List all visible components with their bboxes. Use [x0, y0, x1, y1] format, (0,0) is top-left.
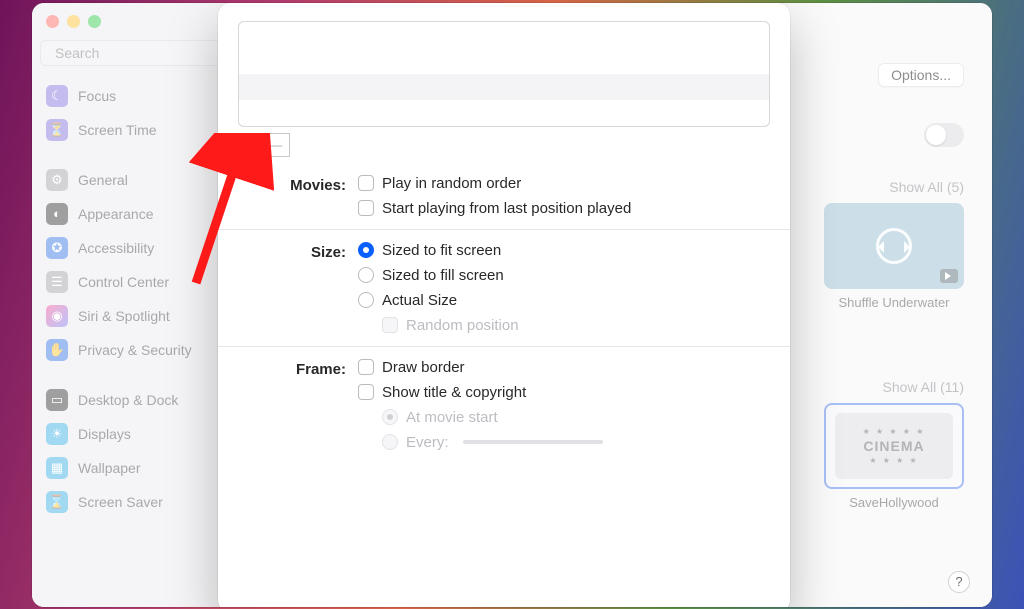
listbox-controls: ＋ － [238, 133, 770, 157]
start-last-checkbox[interactable]: Start playing from last position played [358, 200, 631, 217]
movies-label: Movies: [238, 175, 358, 194]
at-movie-start-radio: At movie start [382, 409, 603, 426]
size-fill-radio[interactable]: Sized to fill screen [358, 267, 519, 284]
movies-listbox[interactable] [238, 21, 770, 127]
size-fit-radio[interactable]: Sized to fit screen [358, 242, 519, 259]
every-slider [463, 440, 603, 444]
size-actual-radio[interactable]: Actual Size [358, 292, 519, 309]
every-radio: Every: [382, 434, 603, 451]
remove-button[interactable]: － [264, 133, 290, 157]
system-settings-window: ☾Focus ⏳Screen Time ⚙General ◐Appearance… [32, 3, 992, 607]
size-label: Size: [238, 242, 358, 261]
random-position-checkbox: Random position [382, 317, 519, 334]
add-button[interactable]: ＋ [238, 133, 264, 157]
draw-border-checkbox[interactable]: Draw border [358, 359, 603, 376]
help-button[interactable]: ? [948, 571, 970, 593]
show-title-checkbox[interactable]: Show title & copyright [358, 384, 603, 401]
play-random-checkbox[interactable]: Play in random order [358, 175, 631, 192]
frame-label: Frame: [238, 359, 358, 378]
options-sheet: ＋ － Movies: Play in random order Start p… [218, 3, 790, 607]
